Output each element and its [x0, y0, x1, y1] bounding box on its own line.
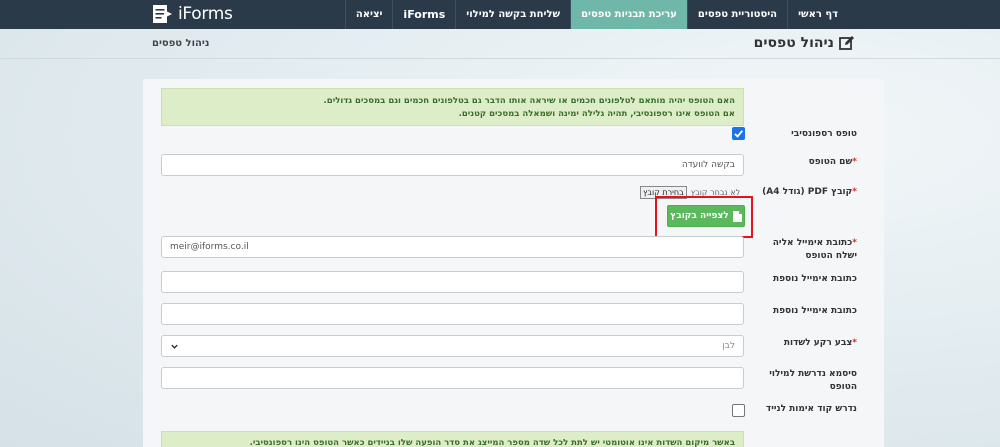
pdf-file-label: *קובץ PDF (גודל A4) [745, 186, 857, 199]
extra-email1-input[interactable] [161, 271, 744, 293]
pdf-file-label-text: קובץ PDF (גודל A4) [762, 187, 853, 197]
form-name-label-text: שם הטופס [808, 157, 853, 167]
breadcrumb[interactable]: ניהול טפסים [152, 38, 209, 49]
mobile-code-label: נדרש קוד אימות לנייד [765, 404, 857, 414]
responsive-checkbox[interactable] [732, 127, 745, 140]
main-nav: דף ראשי היסטוריית טפסים עריכת תבניות טפס… [344, 0, 848, 29]
check-icon [734, 130, 744, 138]
email-label: *כתובת אימייל אליה ישלח הטופס [745, 237, 857, 263]
nav-send-request[interactable]: שליחת בקשה למילוי [455, 0, 570, 29]
nav-logout[interactable]: יציאה [344, 0, 393, 29]
page-title-text: ניהול טפסים [753, 35, 834, 51]
logo-text: iForms [178, 4, 233, 24]
responsive-notice: האם הטופס יהיה מותאם לטלפונים חכמים או ש… [161, 88, 744, 126]
password-label: סיסמא נדרשת למילוי הטופס [745, 368, 857, 394]
nav-iforms[interactable]: iForms [392, 0, 455, 29]
form-name-input[interactable] [161, 154, 744, 176]
password-label-line2: הטופס [829, 382, 857, 392]
password-input[interactable] [161, 367, 744, 389]
form-name-label: *שם הטופס [745, 156, 857, 169]
email-label-line1: כתובת אימייל אליה [772, 238, 853, 248]
view-file-button[interactable]: לצפייה בקובץ [667, 205, 745, 227]
page-title: ניהול טפסים [754, 35, 855, 51]
required-mark: * [852, 187, 857, 197]
required-mark: * [852, 338, 857, 348]
mobile-code-checkbox[interactable] [732, 404, 745, 417]
responsive-label: טופס רספונסיבי [791, 129, 857, 139]
file-icon [732, 210, 742, 222]
field-position-notice: באשר מיקום השדות אינו אוטומטי יש לתת לכל… [161, 431, 744, 447]
bg-color-select[interactable]: לבן [161, 335, 744, 357]
view-file-label: לצפייה בקובץ [670, 211, 729, 221]
extra-email2-input[interactable] [161, 303, 744, 325]
logo-icon [153, 5, 172, 23]
bg-color-label-text: צבע רקע לשדות [783, 338, 853, 348]
required-mark: * [852, 157, 857, 167]
chevron-down-icon [171, 344, 178, 349]
responsive-notice-line2: אם הטופס אינו רספונסיבי, תהיה גלילה ימינ… [458, 109, 735, 119]
bg-color-value: לבן [722, 341, 735, 351]
extra-email1-label: כתובת אימייל נוספת [772, 274, 857, 284]
nav-edit-templates[interactable]: עריכת תבניות טפסים [570, 0, 687, 29]
password-label-line1: סיסמא נדרשת למילוי [769, 369, 857, 379]
top-navbar: iForms דף ראשי היסטוריית טפסים עריכת תבנ… [0, 0, 1000, 29]
responsive-notice-line1: האם הטופס יהיה מותאם לטלפונים חכמים או ש… [323, 96, 735, 106]
nav-home[interactable]: דף ראשי [787, 0, 848, 29]
logo[interactable]: iForms [152, 2, 233, 26]
bg-color-label: *צבע רקע לשדות [745, 337, 857, 350]
email-label-line2: ישלח הטופס [805, 251, 857, 261]
nav-forms-history[interactable]: היסטוריית טפסים [686, 0, 787, 29]
required-mark: * [852, 238, 857, 248]
extra-email2-label: כתובת אימייל נוספת [772, 306, 857, 316]
email-input[interactable] [161, 236, 744, 258]
edit-icon [839, 36, 854, 50]
